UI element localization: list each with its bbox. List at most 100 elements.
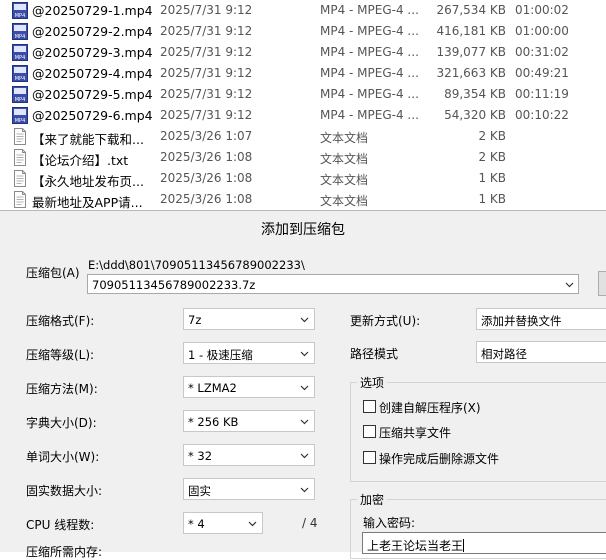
file-duration: 00:31:02 <box>515 45 569 59</box>
shared-files-label: 压缩共享文件 <box>379 426 452 440</box>
archive-path: E:\ddd\801\70905113456789002233\ <box>88 258 305 272</box>
update-mode-label: 更新方式(U): <box>350 314 421 328</box>
file-size: 1 KB <box>478 171 506 185</box>
file-type: MP4 - MPEG-4 ... <box>320 45 419 59</box>
text-file-icon <box>12 149 28 166</box>
chevron-down-icon <box>300 419 309 425</box>
file-name: 【永久地址发布页... <box>32 174 144 189</box>
file-type: 文本文档 <box>320 173 369 187</box>
dictionary-select[interactable]: * 256 KB <box>183 410 315 432</box>
dictionary-label: 字典大小(D): <box>26 416 97 430</box>
file-size: 321,663 KB <box>436 66 506 80</box>
file-name: 【论坛介绍】.txt <box>32 153 129 168</box>
file-size: 89,354 KB <box>444 87 506 101</box>
options-title: 选项 <box>357 374 388 391</box>
file-name: @20250729-3.mp4 <box>32 45 153 60</box>
delete-after-label: 操作完成后删除源文件 <box>379 452 500 466</box>
svg-text:MP4: MP4 <box>15 55 26 61</box>
path-mode-label: 路径模式 <box>350 347 399 361</box>
svg-text:MP4: MP4 <box>15 76 26 82</box>
chevron-down-icon <box>300 317 309 323</box>
file-row[interactable]: 【论坛介绍】.txt 2025/3/26 1:08 文本文档 2 KB <box>0 147 606 168</box>
chevron-down-icon <box>300 385 309 391</box>
level-value: 1 - 极速压缩 <box>188 348 253 362</box>
file-row[interactable]: MP4 @20250729-4.mp4 2025/7/31 9:12 MP4 - MP… <box>0 63 606 84</box>
text-file-icon <box>12 128 28 145</box>
password-value: 上老王论坛当老王 <box>367 539 465 553</box>
chevron-down-icon <box>300 351 309 357</box>
file-row[interactable]: MP4 @20250729-5.mp4 2025/7/31 9:12 MP4 - MP… <box>0 84 606 105</box>
update-mode-value: 添加并替换文件 <box>481 314 562 328</box>
format-value: 7z <box>188 313 202 327</box>
file-size: 1 KB <box>478 192 506 206</box>
file-date: 2025/7/31 9:12 <box>160 45 253 59</box>
cpu-threads-label: CPU 线程数: <box>26 518 95 532</box>
sfx-checkbox[interactable] <box>363 400 376 413</box>
file-size: 2 KB <box>478 150 506 164</box>
file-type: MP4 - MPEG-4 ... <box>320 3 419 17</box>
mp4-icon: MP4 <box>12 107 28 124</box>
file-date: 2025/3/26 1:07 <box>160 129 253 143</box>
mp4-icon: MP4 <box>12 44 28 61</box>
file-date: 2025/7/31 9:12 <box>160 3 253 17</box>
svg-text:MP4: MP4 <box>15 34 26 40</box>
file-date: 2025/3/26 1:08 <box>160 192 253 206</box>
memory-label: 压缩所需内存: <box>26 545 103 559</box>
file-name: 最新地址及APP请... <box>32 195 143 210</box>
add-to-archive-dialog: 添加到压缩包 压缩包(A) E:\ddd\801\709051134567890… <box>0 210 606 559</box>
file-date: 2025/7/31 9:12 <box>160 24 253 38</box>
update-mode-select[interactable]: 添加并替换文件 <box>476 308 606 330</box>
file-row[interactable]: MP4 @20250729-2.mp4 2025/7/31 9:12 MP4 - MP… <box>0 21 606 42</box>
mp4-icon: MP4 <box>12 86 28 103</box>
file-row[interactable]: MP4 @20250729-3.mp4 2025/7/31 9:12 MP4 - MP… <box>0 42 606 63</box>
file-date: 2025/3/26 1:08 <box>160 150 253 164</box>
dialog-title: 添加到压缩包 <box>261 222 345 238</box>
file-list: MP4 @20250729-1.mp4 2025/7/31 9:12 MP4 - MP… <box>0 0 606 210</box>
cpu-threads-value: * 4 <box>188 517 205 531</box>
archive-name-combo[interactable]: 70905113456789002233.7z <box>87 274 579 294</box>
file-row[interactable]: MP4 @20250729-6.mp4 2025/7/31 9:12 MP4 - MP… <box>0 105 606 126</box>
sfx-label: 创建自解压程序(X) <box>379 401 481 415</box>
file-row[interactable]: 【永久地址发布页... 2025/3/26 1:08 文本文档 1 KB <box>0 168 606 189</box>
browse-button[interactable] <box>598 271 606 296</box>
file-date: 2025/7/31 9:12 <box>160 108 253 122</box>
chevron-down-icon <box>300 453 309 459</box>
file-duration: 01:00:00 <box>515 24 569 38</box>
svg-text:MP4: MP4 <box>15 13 26 19</box>
solid-size-label: 固实数据大小: <box>26 484 103 498</box>
file-date: 2025/3/26 1:08 <box>160 171 253 185</box>
file-row[interactable]: 最新地址及APP请... 2025/3/26 1:08 文本文档 1 KB <box>0 189 606 210</box>
file-date: 2025/7/31 9:12 <box>160 87 253 101</box>
word-size-value: * 32 <box>188 449 213 463</box>
cpu-threads-select[interactable]: * 4 <box>183 512 263 534</box>
level-select[interactable]: 1 - 极速压缩 <box>183 342 315 364</box>
file-name: @20250729-4.mp4 <box>32 66 153 81</box>
solid-size-select[interactable]: 固实 <box>183 478 315 500</box>
delete-after-checkbox[interactable] <box>363 451 376 464</box>
file-name: @20250729-1.mp4 <box>32 3 153 18</box>
dictionary-value: * 256 KB <box>188 415 239 429</box>
file-size: 416,181 KB <box>436 24 506 38</box>
file-row[interactable]: 【来了就能下载和... 2025/3/26 1:07 文本文档 2 KB <box>0 126 606 147</box>
file-size: 139,077 KB <box>436 45 506 59</box>
path-mode-select[interactable]: 相对路径 <box>476 341 606 363</box>
chevron-down-icon <box>248 521 257 527</box>
format-label: 压缩格式(F): <box>26 314 95 328</box>
chevron-down-icon <box>565 282 574 288</box>
file-type: MP4 - MPEG-4 ... <box>320 24 419 38</box>
svg-text:MP4: MP4 <box>15 97 26 103</box>
method-select[interactable]: * LZMA2 <box>183 376 315 398</box>
method-label: 压缩方法(M): <box>26 382 98 396</box>
file-name: 【来了就能下载和... <box>32 132 144 147</box>
svg-text:MP4: MP4 <box>15 118 26 124</box>
file-row[interactable]: MP4 @20250729-1.mp4 2025/7/31 9:12 MP4 - MP… <box>0 0 606 21</box>
mp4-icon: MP4 <box>12 23 28 40</box>
encryption-title: 加密 <box>357 491 388 508</box>
format-select[interactable]: 7z <box>183 308 315 330</box>
text-file-icon <box>12 191 28 208</box>
shared-files-checkbox[interactable] <box>363 425 376 438</box>
file-duration: 00:10:22 <box>515 108 569 122</box>
file-duration: 00:11:19 <box>515 87 569 101</box>
file-size: 54,320 KB <box>444 108 506 122</box>
word-size-select[interactable]: * 32 <box>183 444 315 466</box>
